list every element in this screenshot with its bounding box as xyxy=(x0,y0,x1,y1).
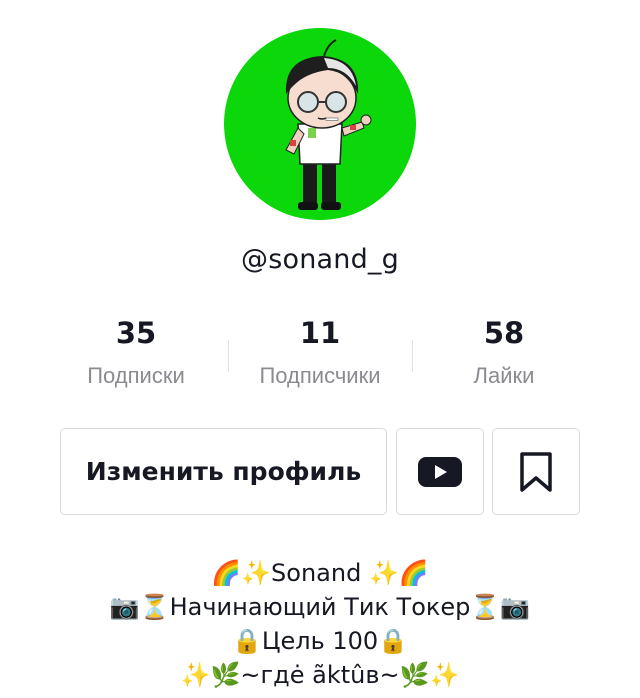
stat-divider xyxy=(412,340,413,372)
stat-likes-count: 58 xyxy=(483,316,525,350)
profile-bio: 🌈✨Sonand ✨🌈 📷⏳Начинающий Тик Токер⏳📷 🔒Це… xyxy=(0,556,640,692)
youtube-button[interactable] xyxy=(396,428,484,515)
stat-divider xyxy=(228,340,229,372)
youtube-icon xyxy=(418,456,462,487)
stat-following-label: Подписки xyxy=(87,363,185,388)
bio-line: 🔒Цель 100🔒 xyxy=(231,627,409,655)
stat-likes-label: Лайки xyxy=(473,363,535,388)
bio-line: ✨🌿~гдė ãktûв~🌿✨ xyxy=(180,661,460,689)
stat-likes[interactable]: 58 Лайки xyxy=(412,316,596,389)
bookmarks-button[interactable] xyxy=(492,428,580,515)
edit-profile-button[interactable]: Изменить профиль xyxy=(60,428,387,515)
bio-line: 🌈✨Sonand ✨🌈 xyxy=(211,559,429,587)
stat-followers[interactable]: 11 Подписчики xyxy=(228,316,412,389)
stat-following[interactable]: 35 Подписки xyxy=(44,316,228,389)
stat-following-count: 35 xyxy=(115,316,157,350)
profile-stats: 35 Подписки 11 Подписчики 58 Лайки xyxy=(44,316,596,389)
stat-followers-count: 11 xyxy=(299,316,341,350)
stat-followers-label: Подписчики xyxy=(259,363,381,388)
bio-line: 📷⏳Начинающий Тик Токер⏳📷 xyxy=(109,593,531,621)
bookmark-icon xyxy=(520,451,552,492)
profile-username: @sonand_g xyxy=(241,244,399,275)
profile-avatar[interactable] xyxy=(224,28,416,220)
avatar-character-illustration xyxy=(285,39,372,210)
